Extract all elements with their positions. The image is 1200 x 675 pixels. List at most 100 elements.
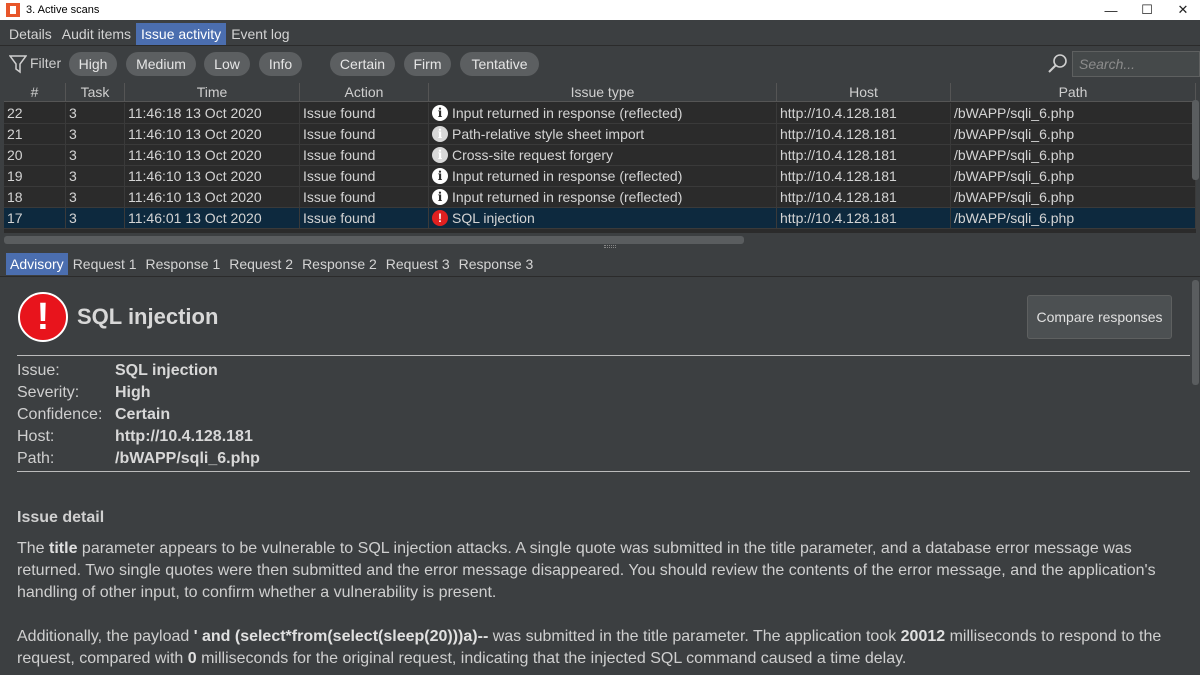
issue-type-text: Input returned in response (reflected) <box>452 167 683 184</box>
divider <box>0 276 1200 277</box>
window-titlebar: 3. Active scans — ☐ ✕ <box>0 0 1200 20</box>
cell-time: 11:46:10 13 Oct 2020 <box>125 166 300 186</box>
field-value: Certain <box>115 406 171 423</box>
cell-path: /bWAPP/sqli_6.php <box>951 187 1196 207</box>
minimize-button[interactable]: — <box>1093 0 1129 20</box>
column-header-number[interactable]: # <box>4 83 66 102</box>
field-severity: Severity: High <box>17 384 151 402</box>
field-value: /bWAPP/sqli_6.php <box>115 450 260 467</box>
cell-action: Issue found <box>300 145 429 165</box>
table-row[interactable]: 19 3 11:46:10 13 Oct 2020 Issue found i … <box>4 166 1196 187</box>
column-header-action[interactable]: Action <box>300 83 429 102</box>
filter-tentative-button[interactable]: Tentative <box>460 52 539 76</box>
cell-time: 11:46:01 13 Oct 2020 <box>125 208 300 228</box>
cell-time: 11:46:10 13 Oct 2020 <box>125 145 300 165</box>
cell-host: http://10.4.128.181 <box>777 103 951 123</box>
cell-issue-type: i Input returned in response (reflected) <box>429 166 777 186</box>
filter-high-button[interactable]: High <box>69 52 117 76</box>
table-row[interactable]: 20 3 11:46:10 13 Oct 2020 Issue found i … <box>4 145 1196 166</box>
tab-issue-activity[interactable]: Issue activity <box>136 23 227 45</box>
search-icon[interactable] <box>1047 53 1069 75</box>
field-label: Issue: <box>17 362 60 379</box>
search-input[interactable]: Search... <box>1072 51 1200 77</box>
filter-firm-button[interactable]: Firm <box>404 52 451 76</box>
info-icon: i <box>432 189 448 205</box>
cell-task: 3 <box>66 208 125 228</box>
cell-action: Issue found <box>300 124 429 144</box>
text: milliseconds for the original request, i… <box>196 650 907 667</box>
tab-request-1[interactable]: Request 1 <box>69 253 141 275</box>
cell-path: /bWAPP/sqli_6.php <box>951 124 1196 144</box>
cell-time: 11:46:10 13 Oct 2020 <box>125 124 300 144</box>
filter-info-button[interactable]: Info <box>259 52 302 76</box>
alert-icon: ! <box>432 210 448 226</box>
issue-type-text: Input returned in response (reflected) <box>452 104 683 121</box>
advisory-vertical-scrollbar[interactable] <box>1192 280 1199 385</box>
cell-issue-type: i Path-relative style sheet import <box>429 124 777 144</box>
issue-type-text: Input returned in response (reflected) <box>452 188 683 205</box>
issue-type-text: SQL injection <box>452 209 535 226</box>
top-tabs: Details Audit items Issue activity Event… <box>4 23 295 45</box>
tab-response-3[interactable]: Response 3 <box>455 253 538 275</box>
cell-action: Issue found <box>300 187 429 207</box>
tab-request-2[interactable]: Request 2 <box>225 253 297 275</box>
field-value: High <box>115 384 151 401</box>
tab-audit-items[interactable]: Audit items <box>57 23 136 45</box>
text: The <box>17 540 50 557</box>
cell-host: http://10.4.128.181 <box>777 187 951 207</box>
cell-path: /bWAPP/sqli_6.php <box>951 145 1196 165</box>
column-header-host[interactable]: Host <box>777 83 951 102</box>
cell-task: 3 <box>66 187 125 207</box>
detail-tabs: Advisory Request 1 Response 1 Request 2 … <box>6 253 538 275</box>
tab-response-2[interactable]: Response 2 <box>298 253 381 275</box>
cell-host: http://10.4.128.181 <box>777 166 951 186</box>
tab-details[interactable]: Details <box>4 23 57 45</box>
table-row[interactable]: 18 3 11:46:10 13 Oct 2020 Issue found i … <box>4 187 1196 208</box>
cell-host: http://10.4.128.181 <box>777 145 951 165</box>
filter-label[interactable]: Filter <box>30 55 61 71</box>
table-body: 22 3 11:46:18 13 Oct 2020 Issue found i … <box>4 103 1196 229</box>
window-title: 3. Active scans <box>26 4 100 16</box>
field-value: http://10.4.128.181 <box>115 428 253 445</box>
table-row-selected[interactable]: 17 3 11:46:01 13 Oct 2020 Issue found ! … <box>4 208 1196 229</box>
cell-number: 20 <box>4 145 66 165</box>
table-horizontal-scrollbar[interactable] <box>4 236 744 244</box>
cell-task: 3 <box>66 103 125 123</box>
table-row[interactable]: 22 3 11:46:18 13 Oct 2020 Issue found i … <box>4 103 1196 124</box>
divider <box>17 355 1190 356</box>
close-button[interactable]: ✕ <box>1165 0 1200 20</box>
cell-number: 19 <box>4 166 66 186</box>
filter-certain-button[interactable]: Certain <box>330 52 395 76</box>
tab-response-1[interactable]: Response 1 <box>142 253 225 275</box>
cell-path: /bWAPP/sqli_6.php <box>951 166 1196 186</box>
info-light-icon: i <box>432 126 448 142</box>
filter-funnel-icon[interactable] <box>9 54 27 74</box>
table-row[interactable]: 21 3 11:46:10 13 Oct 2020 Issue found i … <box>4 124 1196 145</box>
cell-number: 21 <box>4 124 66 144</box>
cell-task: 3 <box>66 166 125 186</box>
tab-event-log[interactable]: Event log <box>226 23 294 45</box>
column-header-issue-type[interactable]: Issue type <box>429 83 777 102</box>
cell-action: Issue found <box>300 208 429 228</box>
cell-path: /bWAPP/sqli_6.php <box>951 103 1196 123</box>
table-header: # Task Time Action Issue type Host Path <box>4 83 1196 102</box>
cell-number: 22 <box>4 103 66 123</box>
cell-host: http://10.4.128.181 <box>777 208 951 228</box>
column-header-time[interactable]: Time <box>125 83 300 102</box>
tab-advisory[interactable]: Advisory <box>6 253 68 275</box>
splitter-handle[interactable] <box>604 245 616 248</box>
maximize-button[interactable]: ☐ <box>1129 0 1165 20</box>
cell-task: 3 <box>66 124 125 144</box>
filter-low-button[interactable]: Low <box>204 52 250 76</box>
tab-request-3[interactable]: Request 3 <box>382 253 454 275</box>
column-header-path[interactable]: Path <box>951 83 1196 102</box>
cell-task: 3 <box>66 145 125 165</box>
table-vertical-scrollbar[interactable] <box>1192 100 1199 180</box>
parameter-name: title <box>49 540 78 557</box>
compare-responses-button[interactable]: Compare responses <box>1027 295 1172 339</box>
filter-medium-button[interactable]: Medium <box>126 52 196 76</box>
cell-issue-type: ! SQL injection <box>429 208 777 228</box>
advisory-panel: ! SQL injection Compare responses Issue:… <box>8 280 1190 675</box>
column-header-task[interactable]: Task <box>66 83 125 102</box>
advisory-title: SQL injection <box>77 304 219 329</box>
